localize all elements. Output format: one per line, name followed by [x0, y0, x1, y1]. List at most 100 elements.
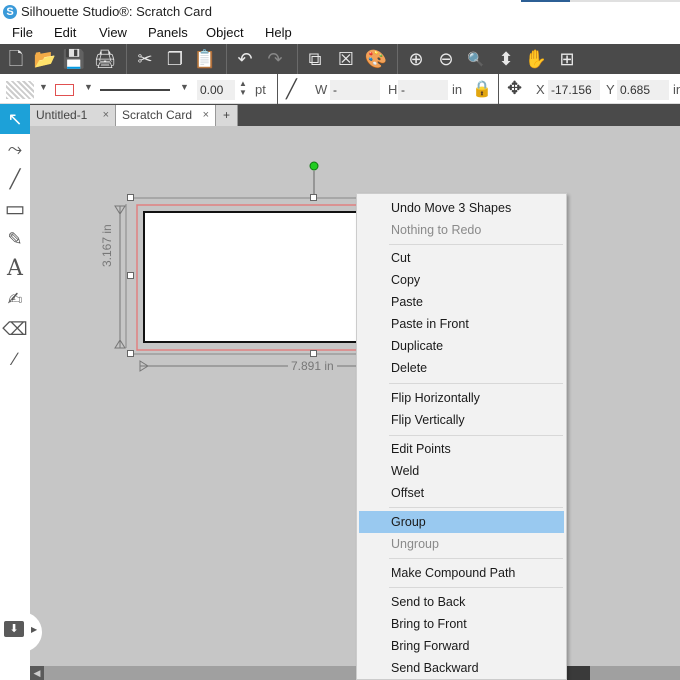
menu-item-ungroup: Ungroup [391, 537, 439, 551]
line-width-input[interactable]: 0.00 [197, 80, 235, 100]
hand-icon[interactable]: ✋ [524, 48, 548, 70]
menu-item-duplicate[interactable]: Duplicate [359, 335, 564, 357]
menu-item-flip-vertically[interactable]: Flip Vertically [359, 409, 564, 431]
menu-item-undo[interactable]: Undo Move 3 Shapes [359, 197, 564, 219]
line-color-dropdown-arrow-icon[interactable]: ▼ [84, 82, 93, 92]
main-toolbar: 🗋 📂 💾 🖨 ✂ ❐ 📋 ↶ ↷ ⧉ ☒ 🎨 ⊕ ⊖ 🔍 ⬍ ✋ ⊞ [0, 44, 680, 74]
horizontal-scrollbar[interactable]: ◀ [30, 666, 680, 680]
menu-object[interactable]: Object [206, 25, 244, 40]
menu-item-weld[interactable]: Weld [359, 460, 564, 482]
menu-separator [389, 244, 563, 245]
design-canvas[interactable]: 3.167 in 7.891 in [30, 126, 680, 666]
redo-icon[interactable]: ↷ [263, 48, 287, 70]
undo-icon[interactable]: ↶ [233, 48, 257, 70]
resize-handle-bottom-left[interactable] [127, 350, 134, 357]
menu-panels[interactable]: Panels [148, 25, 188, 40]
tools-sidebar: ↖ ⤳ ╱ ▭ ✎ A ✍ ⌫ ∕ [0, 104, 30, 680]
tab-untitled-1[interactable]: Untitled-1 × [30, 105, 116, 126]
menu-help[interactable]: Help [265, 25, 292, 40]
menu-item-delete[interactable]: Delete [359, 357, 564, 379]
resize-handle-top-left[interactable] [127, 194, 134, 201]
zoom-selection-icon[interactable]: 🔍 [464, 48, 488, 70]
toolbar-divider [397, 44, 398, 74]
y-label: Y [606, 82, 615, 97]
properties-toolbar: ▼ ▼ ▼ 0.00 ▲ ▼ pt ╱ W - H - in 🔒 ✥ X -17.… [0, 74, 680, 104]
group-icon[interactable]: ⧉ [303, 48, 327, 70]
scroll-left-arrow-icon[interactable]: ◀ [30, 666, 44, 680]
pencil-tool-icon[interactable]: ✎ [0, 224, 30, 254]
context-menu: Undo Move 3 Shapes Nothing to Redo Cut C… [356, 193, 567, 680]
menu-item-bring-forward[interactable]: Bring Forward [359, 635, 564, 657]
close-icon[interactable]: × [203, 105, 209, 126]
width-input[interactable]: - [330, 80, 380, 100]
y-position-input[interactable]: 0.685 [617, 80, 669, 100]
menu-item-copy[interactable]: Copy [359, 269, 564, 291]
line-width-stepper[interactable]: ▲ ▼ [239, 79, 247, 97]
height-input[interactable]: - [398, 80, 448, 100]
toolbar-divider [226, 44, 227, 74]
pan-drag-icon[interactable]: ⬍ [494, 48, 518, 70]
open-folder-icon[interactable]: 📂 [33, 48, 57, 70]
fill-pattern-swatch[interactable] [6, 81, 34, 99]
eraser-tool-icon[interactable]: ⌫ [0, 314, 30, 344]
lock-aspect-icon[interactable]: 🔒 [472, 79, 492, 99]
toolbar-divider [297, 44, 298, 74]
zoom-in-icon[interactable]: ⊕ [404, 48, 428, 70]
line-style-selector[interactable] [100, 89, 170, 91]
close-icon[interactable]: × [103, 105, 109, 126]
fill-color-icon[interactable]: 🎨 [364, 48, 388, 70]
menu-item-group[interactable]: Group [359, 511, 564, 533]
resize-handle-middle-left[interactable] [127, 272, 134, 279]
width-dimension-label: 7.891 in [288, 359, 337, 373]
toolbar-divider [126, 44, 127, 74]
x-position-input[interactable]: -17.156 [548, 80, 600, 100]
canvas-drawing [114, 161, 378, 372]
line-style-dropdown-arrow-icon[interactable]: ▼ [180, 82, 189, 92]
menu-item-edit-points[interactable]: Edit Points [359, 438, 564, 460]
zoom-out-icon[interactable]: ⊖ [434, 48, 458, 70]
print-icon[interactable]: 🖨 [93, 48, 117, 70]
rectangle-tool-icon[interactable]: ▭ [0, 194, 30, 224]
library-drawer-tab[interactable]: ⬇ ▶ [0, 612, 42, 652]
fill-dropdown-arrow-icon[interactable]: ▼ [39, 82, 48, 92]
line-tool-icon[interactable]: ╱ [0, 164, 30, 194]
resize-handle-bottom-center[interactable] [310, 350, 317, 357]
expand-arrow-icon: ▶ [31, 625, 38, 634]
height-dimension-label: 3.167 in [100, 221, 114, 270]
new-tab-button[interactable]: + [216, 105, 238, 126]
resize-handle-top-center[interactable] [310, 194, 317, 201]
copy-icon[interactable]: ❐ [163, 48, 187, 70]
paste-icon[interactable]: 📋 [193, 48, 217, 70]
fit-to-page-icon[interactable]: ⊞ [555, 48, 579, 70]
menu-item-cut[interactable]: Cut [359, 247, 564, 269]
menu-item-flip-horizontally[interactable]: Flip Horizontally [359, 387, 564, 409]
menu-item-send-backward[interactable]: Send Backward [359, 657, 564, 679]
select-tool-icon[interactable]: ↖ [0, 104, 30, 134]
bezier-tool-icon[interactable]: ⤳ [0, 134, 30, 164]
menu-file[interactable]: File [12, 25, 33, 40]
save-icon[interactable]: 💾 [62, 48, 86, 70]
tab-scratch-card[interactable]: Scratch Card × [116, 105, 216, 126]
menu-edit[interactable]: Edit [54, 25, 76, 40]
size-unit: in [452, 82, 463, 97]
x-label: X [536, 82, 545, 97]
menu-item-bring-to-front[interactable]: Bring to Front [359, 613, 564, 635]
menu-item-paste[interactable]: Paste [359, 291, 564, 313]
menu-item-make-compound-path[interactable]: Make Compound Path [359, 562, 564, 584]
knife-tool-icon[interactable]: ∕ [0, 344, 30, 374]
menu-item-paste-in-front[interactable]: Paste in Front [359, 313, 564, 335]
cut-icon[interactable]: ✂ [133, 48, 157, 70]
menu-bar: File Edit View Panels Object Help [0, 24, 680, 44]
sketch-tool-icon[interactable]: ✍ [0, 284, 30, 314]
line-width-unit: pt [255, 82, 266, 97]
menu-item-send-to-back[interactable]: Send to Back [359, 591, 564, 613]
ungroup-icon[interactable]: ☒ [334, 48, 358, 70]
width-label: W [315, 82, 328, 97]
line-color-swatch[interactable] [55, 84, 74, 96]
silhouette-logo-icon: S [3, 5, 17, 19]
menu-item-offset[interactable]: Offset [359, 482, 564, 504]
scrollbar-thumb[interactable] [566, 666, 590, 680]
menu-view[interactable]: View [99, 25, 127, 40]
text-tool-icon[interactable]: A [0, 254, 30, 284]
new-document-icon[interactable]: 🗋 [4, 48, 28, 70]
